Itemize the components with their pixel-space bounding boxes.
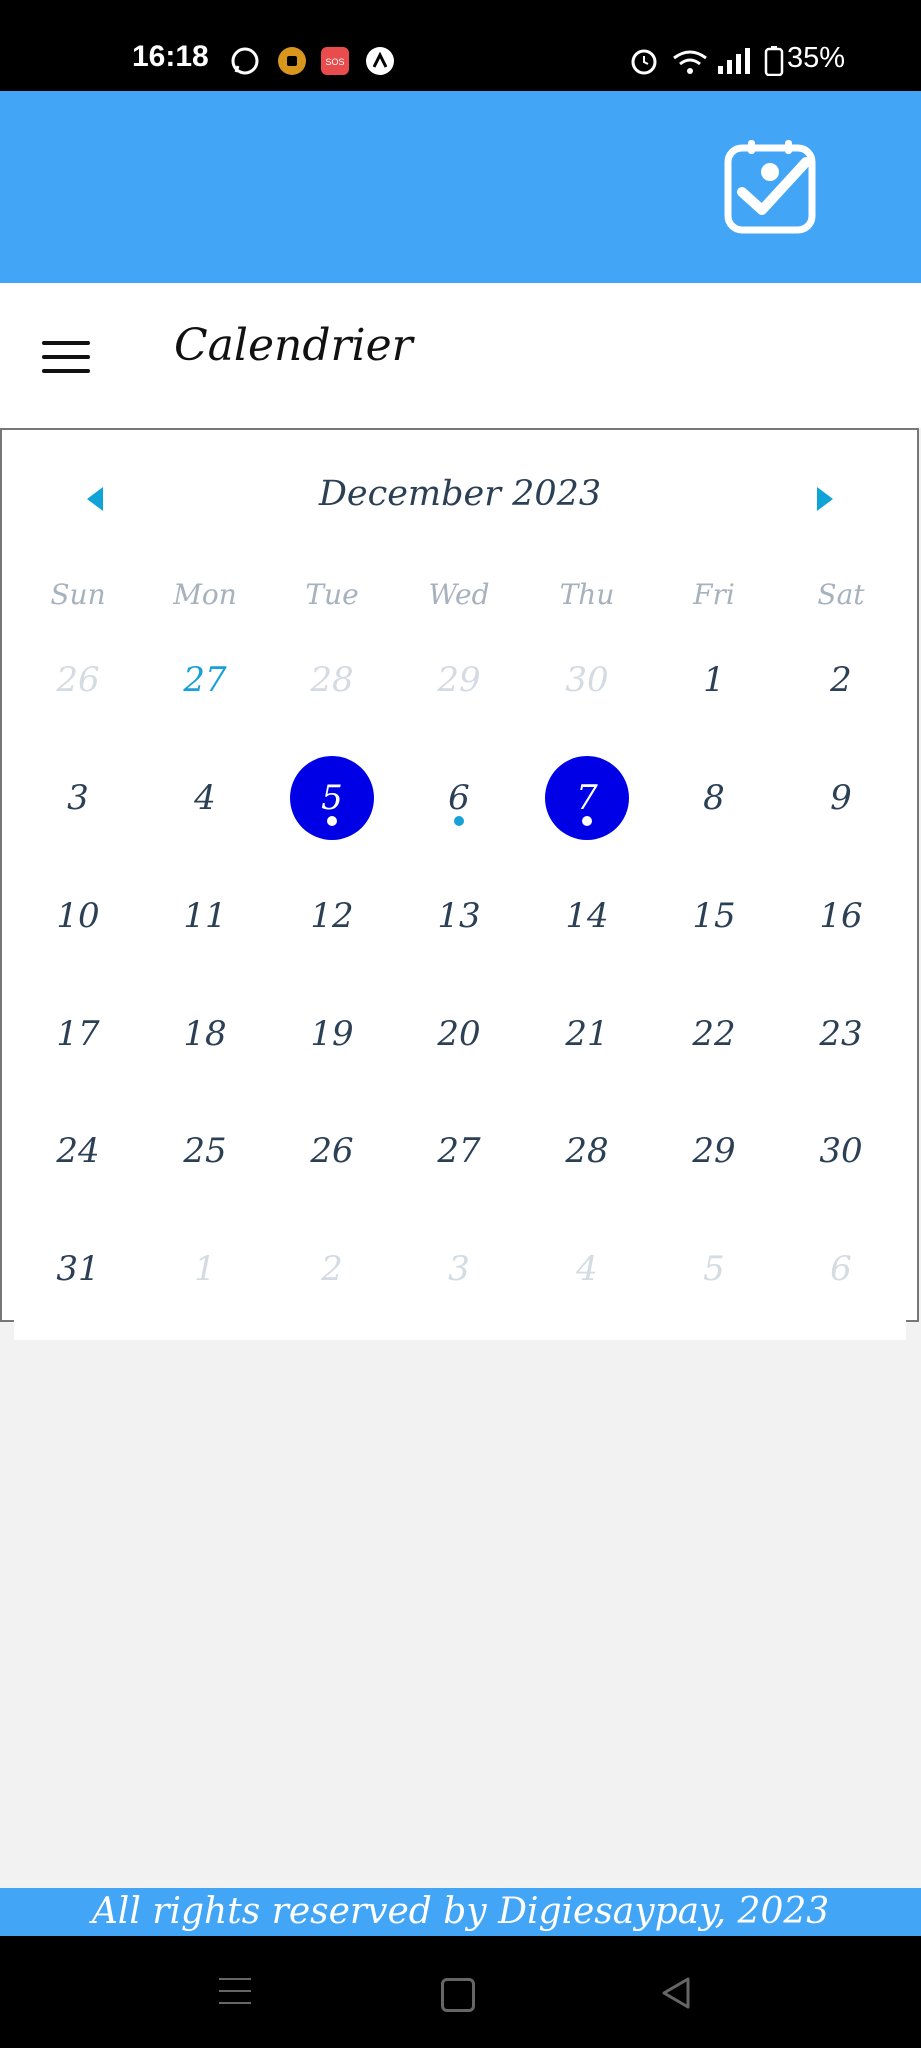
calendar-day[interactable]: 18 bbox=[163, 992, 247, 1076]
calendar-day-outside-month[interactable]: 4 bbox=[545, 1227, 629, 1311]
calendar-day[interactable]: 20 bbox=[417, 992, 501, 1076]
calendar-day[interactable]: 29 bbox=[672, 1109, 756, 1193]
next-month-button[interactable] bbox=[817, 487, 833, 511]
page-title: Calendrier bbox=[174, 320, 413, 371]
calendar-day[interactable]: 11 bbox=[163, 874, 247, 958]
event-indicator-dot bbox=[327, 816, 337, 826]
calendar-day[interactable]: 28 bbox=[545, 1109, 629, 1193]
calendar-day-outside-month[interactable]: 2 bbox=[290, 1227, 374, 1311]
calendar-day-outside-month[interactable]: 6 bbox=[799, 1227, 883, 1311]
calendar-day[interactable]: 1 bbox=[672, 638, 756, 722]
event-indicator-dot bbox=[454, 816, 464, 826]
signal-icon bbox=[718, 48, 750, 74]
calendar-day[interactable]: 9 bbox=[799, 756, 883, 840]
calendar-day[interactable]: 22 bbox=[672, 992, 756, 1076]
calendar-day[interactable]: 21 bbox=[545, 992, 629, 1076]
status-bar: 16:18 SOS 35% bbox=[0, 0, 921, 91]
calendar-day-outside-month[interactable]: 3 bbox=[417, 1227, 501, 1311]
weekday-wed: Wed bbox=[428, 578, 490, 611]
battery-percent: 35% bbox=[787, 42, 846, 74]
calendar-bottom-strip bbox=[14, 1320, 906, 1340]
footer-text: All rights reserved by Digiesaypay, 2023 bbox=[0, 1888, 921, 1936]
status-time: 16:18 bbox=[132, 40, 209, 73]
calendar-day-today[interactable]: 27 bbox=[163, 638, 247, 722]
calendar-day[interactable]: 25 bbox=[163, 1109, 247, 1193]
month-label: December 2023 bbox=[318, 474, 602, 514]
event-indicator-dot bbox=[582, 816, 592, 826]
whatsapp-icon bbox=[231, 47, 259, 75]
calendar-day-outside-month[interactable]: 5 bbox=[672, 1227, 756, 1311]
calendar-day-outside-month[interactable]: 26 bbox=[36, 638, 120, 722]
calendar-day[interactable]: 4 bbox=[163, 756, 247, 840]
calendar-day[interactable]: 17 bbox=[36, 992, 120, 1076]
calendar-day[interactable]: 19 bbox=[290, 992, 374, 1076]
alarm-icon bbox=[631, 49, 657, 75]
weekday-sun: Sun bbox=[50, 578, 106, 611]
calendar-day[interactable]: 27 bbox=[417, 1109, 501, 1193]
calendar-day[interactable]: 8 bbox=[672, 756, 756, 840]
calendar-day[interactable]: 13 bbox=[417, 874, 501, 958]
recent-apps-button[interactable] bbox=[219, 1976, 251, 2006]
weekday-thu: Thu bbox=[559, 578, 615, 611]
weekday-mon: Mon bbox=[173, 578, 237, 611]
calendar-day-selected[interactable]: 5 bbox=[290, 756, 374, 840]
weekday-sat: Sat bbox=[817, 578, 865, 611]
back-button[interactable] bbox=[660, 1976, 692, 2010]
wifi-icon bbox=[673, 50, 707, 74]
calendar-day[interactable]: 2 bbox=[799, 638, 883, 722]
calendar-day-outside-month[interactable]: 1 bbox=[163, 1227, 247, 1311]
calendar-day[interactable]: 3 bbox=[36, 756, 120, 840]
calendar-day[interactable]: 31 bbox=[36, 1227, 120, 1311]
svg-text:SOS: SOS bbox=[325, 57, 344, 67]
prev-month-button[interactable] bbox=[87, 487, 103, 511]
calendar-day-outside-month[interactable]: 29 bbox=[417, 638, 501, 722]
calendar-check-icon bbox=[724, 140, 816, 234]
calendar-day[interactable]: 26 bbox=[290, 1109, 374, 1193]
title-bar bbox=[0, 283, 921, 428]
calendar-day-outside-month[interactable]: 30 bbox=[545, 638, 629, 722]
calendar-day[interactable]: 14 bbox=[545, 874, 629, 958]
calendar-day[interactable]: 15 bbox=[672, 874, 756, 958]
calendar-day-outside-month[interactable]: 28 bbox=[290, 638, 374, 722]
calendar-day[interactable]: 12 bbox=[290, 874, 374, 958]
calendar-day-selected[interactable]: 7 bbox=[545, 756, 629, 840]
home-button[interactable] bbox=[441, 1978, 475, 2012]
calendar-day[interactable]: 10 bbox=[36, 874, 120, 958]
weekday-fri: Fri bbox=[693, 578, 735, 611]
weekday-tue: Tue bbox=[305, 578, 359, 611]
battery-icon bbox=[764, 46, 784, 76]
calendar-day[interactable]: 6 bbox=[417, 756, 501, 840]
menu-icon bbox=[42, 341, 90, 345]
menu-button[interactable] bbox=[42, 339, 92, 375]
calendar-day[interactable]: 30 bbox=[799, 1109, 883, 1193]
nav-app-icon bbox=[366, 47, 394, 75]
calendar-day[interactable]: 24 bbox=[36, 1109, 120, 1193]
calendar-day[interactable]: 16 bbox=[799, 874, 883, 958]
app-icon bbox=[278, 47, 306, 75]
sos-icon: SOS bbox=[321, 47, 349, 75]
calendar-day[interactable]: 23 bbox=[799, 992, 883, 1076]
